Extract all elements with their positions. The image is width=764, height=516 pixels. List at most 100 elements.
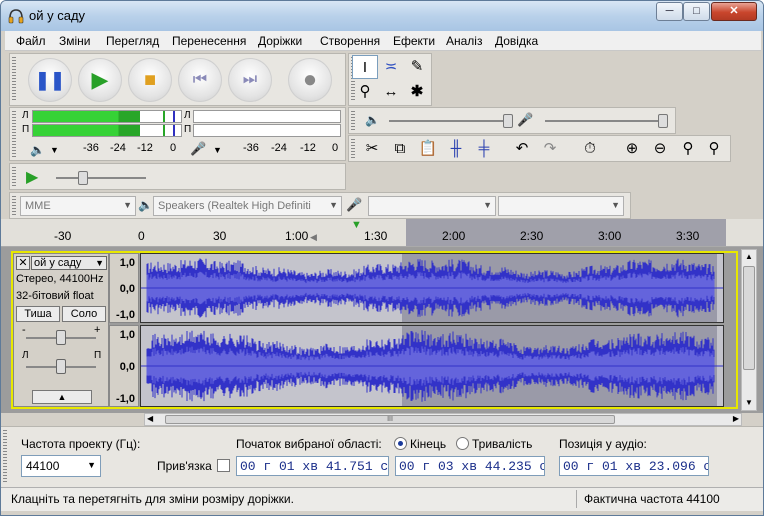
waveform-left-channel[interactable] [140, 253, 724, 323]
menu-view[interactable]: Перегляд [106, 34, 159, 48]
draw-tool-icon[interactable]: ✎ [404, 55, 430, 79]
minimize-button[interactable]: ─ [656, 2, 683, 21]
menu-help[interactable]: Довідка [495, 34, 538, 48]
play-meter-left[interactable] [32, 110, 182, 123]
menu-tracks[interactable]: Доріжки [258, 34, 302, 48]
toolbar-grip[interactable] [12, 57, 16, 102]
skip-end-button[interactable]: ⏭ [228, 58, 272, 102]
timeline-ruler[interactable]: -30 0 30 1:00 1:30 2:00 2:30 3:00 3:30 ▼… [1, 219, 763, 247]
undo-icon[interactable]: ↶ [509, 137, 535, 161]
multi-tool-icon[interactable]: ✱ [404, 80, 430, 104]
project-rate-label: Частота проекту (Гц): [21, 437, 141, 451]
toolbar-grip[interactable] [12, 111, 16, 157]
play-scale-tick: -24 [110, 142, 126, 154]
amplitude-ruler-top: 1,0 0,0 -1,0 [109, 253, 139, 323]
sync-lock-icon[interactable]: ⏱ [577, 137, 603, 161]
redo-icon[interactable]: ↷ [537, 137, 563, 161]
maximize-button[interactable]: □ [683, 2, 710, 21]
recording-volume-thumb[interactable] [658, 114, 668, 128]
selection-end-time[interactable]: 00 г 03 хв 44.235 с [395, 456, 545, 476]
speed-slider[interactable] [56, 177, 146, 179]
speed-slider-thumb[interactable] [78, 171, 88, 185]
play-at-speed-icon[interactable]: ▶ [26, 167, 38, 187]
paste-icon[interactable]: 📋 [415, 137, 441, 161]
playhead-marker-icon[interactable]: ▼ [351, 219, 362, 231]
menu-edit[interactable]: Зміни [59, 34, 91, 48]
audio-position-time[interactable]: 00 г 01 хв 23.096 с [559, 456, 709, 476]
track-control-panel[interactable]: ✕ ой у саду ▼ Стерео, 44100Hz 32-бітовий … [13, 253, 109, 407]
cut-icon[interactable]: ✂ [359, 137, 385, 161]
fit-project-icon[interactable]: ⚲ [701, 137, 727, 161]
collapse-track-button[interactable]: ▲ [32, 390, 92, 404]
input-device-select[interactable]: ▼ [368, 196, 496, 216]
length-radio[interactable] [456, 437, 469, 450]
ruler-tick: 1:00 [285, 229, 309, 243]
scroll-right-icon[interactable]: ▶ [733, 414, 739, 423]
stop-button[interactable]: ■ [128, 58, 172, 102]
silence-icon[interactable]: ╪ [471, 137, 497, 161]
copy-icon[interactable]: ⧉ [387, 137, 413, 161]
end-radio[interactable] [394, 437, 407, 450]
speaker-icon[interactable]: 🔈 [30, 143, 45, 157]
selection-start-marker-icon[interactable]: ◀ [310, 232, 317, 243]
playback-volume-thumb[interactable] [503, 114, 513, 128]
vertical-scrollbar[interactable]: ▲ ▼ [741, 249, 757, 411]
menu-transport[interactable]: Перенесення [172, 34, 246, 48]
play-meter-left-fill [33, 111, 140, 122]
envelope-tool-icon[interactable]: ≍ [378, 55, 404, 79]
rec-meter-left[interactable] [193, 110, 341, 123]
pan-slider-thumb[interactable] [56, 359, 66, 374]
zoom-tool-icon[interactable]: ⚲ [352, 80, 378, 104]
scroll-down-icon[interactable]: ▼ [742, 396, 756, 410]
close-button[interactable]: ✕ [711, 2, 757, 21]
chevron-down-icon[interactable]: ▼ [50, 145, 59, 155]
zoom-in-icon[interactable]: ⊕ [619, 137, 645, 161]
waveform-right-channel[interactable] [140, 325, 724, 407]
toolbar-grip[interactable] [351, 111, 355, 130]
selection-start-time[interactable]: 00 г 01 хв 41.751 с [236, 456, 389, 476]
menu-analyze[interactable]: Аналіз [446, 34, 482, 48]
skip-start-button[interactable]: ⏮ [178, 58, 222, 102]
gain-slider-thumb[interactable] [56, 330, 66, 345]
gain-plus-label: + [94, 324, 101, 336]
recording-volume-slider[interactable] [545, 120, 665, 122]
trim-icon[interactable]: ╫ [443, 137, 469, 161]
scroll-left-icon[interactable]: ◀ [147, 414, 153, 423]
toolbar-grip[interactable] [12, 196, 16, 215]
timeshift-tool-icon[interactable]: ↔ [378, 80, 404, 104]
scroll-up-icon[interactable]: ▲ [742, 250, 756, 264]
toolbar-grip[interactable] [351, 139, 355, 158]
menu-generate[interactable]: Створення [320, 34, 380, 48]
project-rate-combo[interactable]: 44100 ▼ [21, 455, 101, 477]
toolbar-grip[interactable] [12, 167, 16, 186]
rec-scale-tick: -36 [243, 142, 259, 154]
audio-host-select[interactable]: MME ▼ [20, 196, 136, 216]
playback-volume-slider[interactable] [389, 120, 509, 122]
pause-button[interactable]: ❚❚ [28, 58, 72, 102]
horizontal-scrollbar[interactable]: ◀ III ▶ [144, 413, 742, 426]
track-close-icon[interactable]: ✕ [16, 256, 30, 270]
menu-file[interactable]: Файл [16, 34, 46, 48]
horizontal-scroll-thumb[interactable]: III [165, 415, 615, 424]
toolbar-grip[interactable] [3, 430, 7, 484]
solo-button[interactable]: Соло [62, 306, 106, 322]
menu-effects[interactable]: Ефекти [393, 34, 435, 48]
rec-meter-right[interactable] [193, 124, 341, 137]
snap-checkbox[interactable] [217, 459, 230, 472]
play-meter-right[interactable] [32, 124, 182, 137]
vertical-scroll-thumb[interactable] [743, 266, 755, 370]
track-name-menu[interactable]: ой у саду ▼ [31, 256, 107, 270]
zoom-out-icon[interactable]: ⊖ [647, 137, 673, 161]
play-button[interactable]: ▶ [78, 58, 122, 102]
record-button[interactable]: ● [288, 58, 332, 102]
mute-button[interactable]: Тиша [16, 306, 60, 322]
selection-tool-icon[interactable]: I [352, 55, 378, 79]
output-device-select[interactable]: Speakers (Realtek High Definiti ▼ [153, 196, 342, 216]
amp-label: -1,0 [116, 309, 135, 321]
microphone-icon[interactable]: 🎤 [190, 141, 206, 157]
chevron-down-icon[interactable]: ▼ [213, 145, 222, 155]
tools-toolbar: I ≍ ✎ ⚲ ↔ ✱ [348, 53, 432, 106]
fit-selection-icon[interactable]: ⚲ [675, 137, 701, 161]
amplitude-ruler-bottom: 1,0 0,0 -1,0 [109, 325, 139, 407]
input-channels-select[interactable]: ▼ [498, 196, 624, 216]
